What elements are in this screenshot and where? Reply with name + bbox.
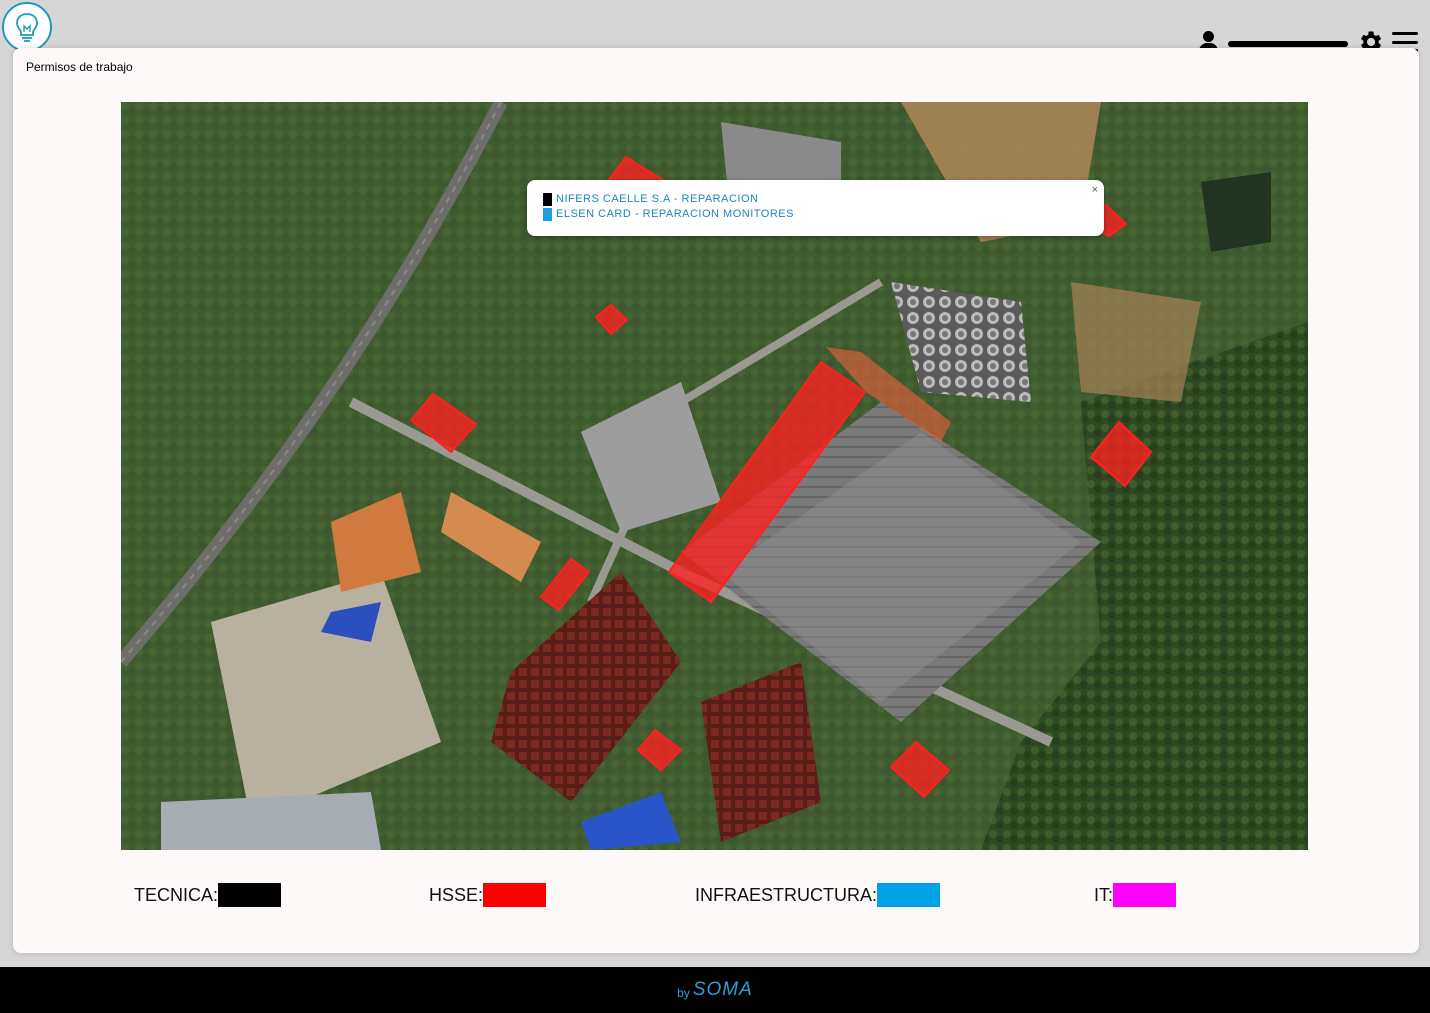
legend-item-tecnica: TECNICA: [134, 883, 282, 907]
legend: TECNICA: HSSE: INFRAESTRUCTURA: IT: [13, 883, 1419, 909]
legend-label: TECNICA: [134, 884, 219, 905]
footer-by: by [677, 986, 690, 1000]
legend-swatch [877, 883, 941, 907]
popup-color-square [543, 193, 552, 206]
popup-close-button[interactable]: × [1092, 184, 1098, 196]
top-bar [0, 0, 1430, 53]
popup-line-text: ELSEN CARD - REPARACION MONITORES [556, 208, 794, 220]
legend-item-it: IT: [1094, 883, 1177, 907]
legend-label: INFRAESTRUCTURA: [695, 884, 878, 905]
legend-item-hsse: HSSE: [429, 883, 547, 907]
popup-line[interactable]: NIFERS CAELLE S.A - REPARACION [543, 192, 1088, 207]
page-title: Permisos de trabajo [26, 60, 133, 74]
legend-swatch [218, 883, 282, 907]
legend-swatch [1113, 883, 1177, 907]
footer-brand-logo: SOMA [692, 979, 753, 1000]
lightbulb-icon [16, 13, 38, 42]
footer: by SOMA [0, 967, 1430, 1013]
lightbulb-logo-icon[interactable] [2, 2, 52, 52]
legend-label: HSSE: [429, 884, 484, 905]
legend-label: IT: [1094, 884, 1114, 905]
redaction-bar [1228, 41, 1348, 47]
legend-swatch [483, 883, 547, 907]
legend-item-infraestructura: INFRAESTRUCTURA: [695, 883, 941, 907]
popup-color-square [543, 208, 552, 221]
permit-popup: × NIFERS CAELLE S.A - REPARACION ELSEN C… [527, 180, 1104, 236]
popup-line[interactable]: ELSEN CARD - REPARACION MONITORES [543, 207, 1088, 222]
popup-line-text: NIFERS CAELLE S.A - REPARACION [556, 193, 759, 205]
main-card: Permisos de trabajo × NIFERS CAELLE S.A … [13, 48, 1419, 953]
